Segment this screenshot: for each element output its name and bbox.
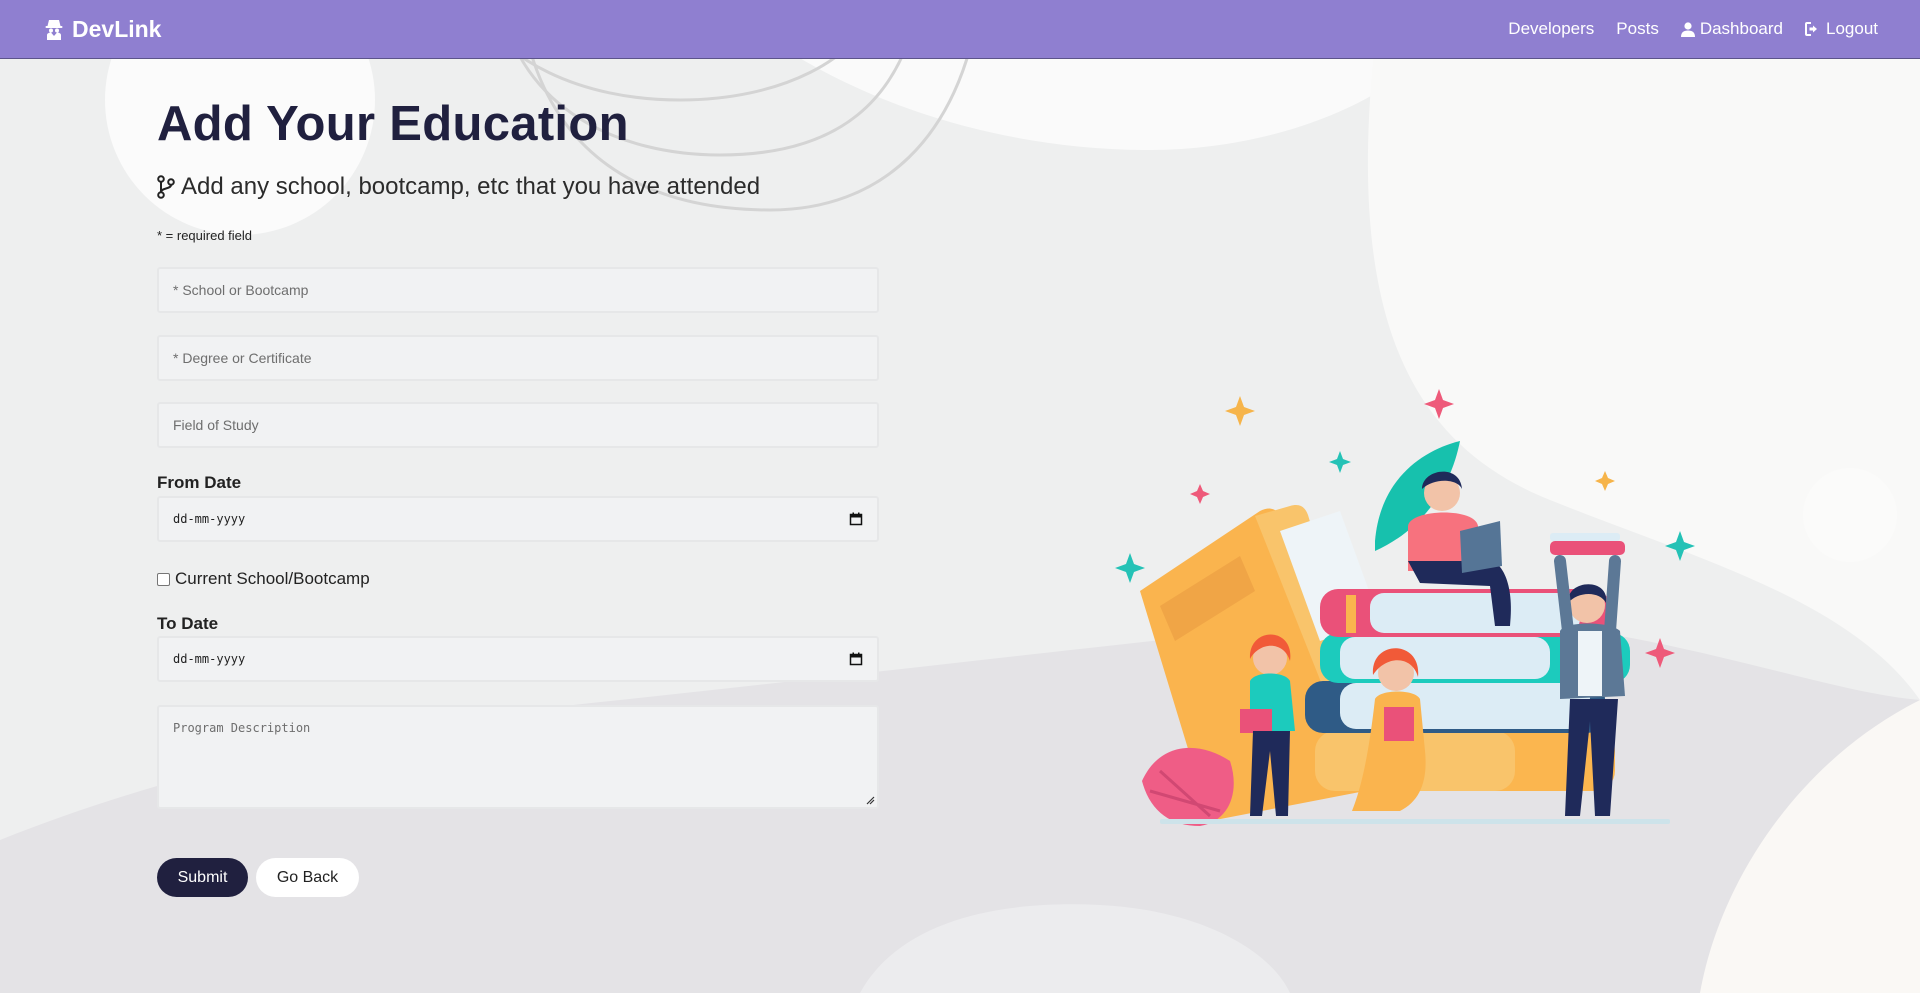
current-school-row: Current School/Bootcamp [157, 569, 370, 589]
brand-link[interactable]: DevLink [43, 16, 161, 43]
required-field-note: * = required field [157, 228, 253, 243]
page-title: Add Your Education [157, 97, 629, 151]
current-school-label: Current School/Bootcamp [175, 569, 370, 588]
program-description-placeholder: Program Description [173, 721, 311, 735]
field-of-study-input[interactable] [157, 402, 879, 448]
user-secret-icon [45, 20, 63, 40]
resize-handle-icon[interactable] [866, 796, 875, 805]
degree-input[interactable] [157, 335, 879, 381]
nav-link-posts[interactable]: Posts [1616, 19, 1659, 39]
nav-link-developers[interactable]: Developers [1508, 19, 1594, 39]
submit-button[interactable]: Submit [157, 858, 248, 897]
nav-links: Developers Posts Dashboard Logout [1508, 19, 1878, 39]
nav-link-label: Posts [1616, 19, 1659, 38]
navbar: DevLink Developers Posts Dashboard Logou… [0, 0, 1920, 59]
go-back-button[interactable]: Go Back [256, 858, 359, 897]
lead-text: Add any school, bootcamp, etc that you h… [181, 173, 761, 200]
calendar-icon[interactable] [849, 512, 863, 526]
nav-link-label: Dashboard [1699, 19, 1783, 38]
to-date-input[interactable]: dd-mm-yyyy [157, 636, 879, 682]
nav-link-logout[interactable]: Logout [1805, 19, 1878, 39]
program-description-textarea[interactable]: Program Description [157, 705, 879, 809]
brand-name: DevLink [72, 15, 162, 42]
sign-out-icon [1805, 22, 1817, 36]
school-input[interactable] [157, 267, 879, 313]
to-date-value: dd-mm-yyyy [173, 652, 246, 666]
nav-link-label: Developers [1508, 19, 1595, 38]
to-date-label: To Date [157, 614, 219, 633]
from-date-value: dd-mm-yyyy [173, 512, 246, 526]
main-content: Add Your Education Add any school, bootc… [0, 59, 1920, 993]
from-date-label: From Date [157, 473, 242, 492]
current-school-checkbox[interactable] [157, 572, 170, 586]
nav-link-dashboard[interactable]: Dashboard [1680, 19, 1783, 39]
nav-link-label: Logout [1826, 19, 1878, 38]
page-lead: Add any school, bootcamp, etc that you h… [157, 173, 760, 201]
user-icon [1680, 21, 1695, 37]
calendar-icon[interactable] [849, 652, 863, 666]
education-illustration [1115, 389, 1695, 826]
code-branch-icon [157, 175, 175, 199]
from-date-input[interactable]: dd-mm-yyyy [157, 496, 879, 542]
